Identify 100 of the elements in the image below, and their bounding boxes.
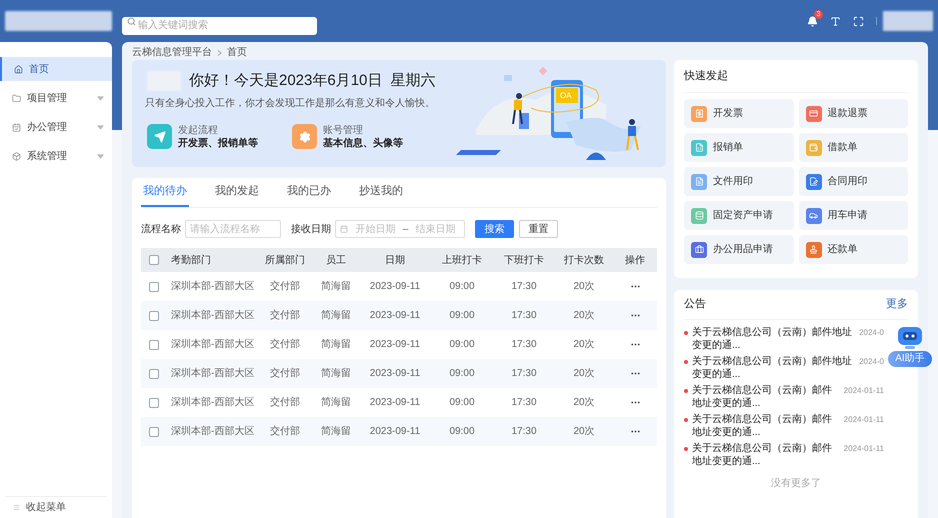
checkbox[interactable] bbox=[149, 368, 159, 378]
table-cell-text: 17:30 bbox=[510, 338, 538, 352]
folder-icon bbox=[12, 94, 21, 102]
table-cell-text: 20次 bbox=[572, 309, 596, 323]
sidebar-item[interactable]: 系统管理 bbox=[0, 144, 112, 168]
search-button[interactable]: 搜索 bbox=[475, 220, 514, 238]
column-header: 考勤部门 bbox=[170, 254, 212, 268]
quick-launch-item[interactable]: 借款单 bbox=[798, 133, 908, 162]
quick-launch-item[interactable]: 退款退票 bbox=[798, 99, 908, 128]
table-cell-text: 20次 bbox=[572, 425, 596, 439]
tab[interactable]: 我的发起 bbox=[213, 177, 261, 207]
table-cell-text: 交付部 bbox=[269, 308, 301, 323]
table-cell-text: 简海留 bbox=[320, 425, 352, 439]
table-cell-text: 深圳本部-西部大区 bbox=[170, 424, 256, 439]
table-cell-text: 交付部 bbox=[269, 366, 301, 381]
process-name-field[interactable]: 请输入流程名称 bbox=[185, 220, 281, 238]
column-header: 下班打卡 bbox=[503, 254, 545, 268]
shortcut-card[interactable]: 账号管理 基本信息、头像等 bbox=[292, 124, 403, 150]
range-separator: – bbox=[402, 222, 408, 236]
table-cell-text: 深圳本部-西部大区 bbox=[170, 366, 256, 381]
table-cell-text: 2023-09-11 bbox=[368, 309, 422, 323]
card-title: 快速发起 bbox=[684, 68, 728, 84]
table-cell-text: 20次 bbox=[572, 396, 596, 410]
notice-item[interactable]: 关于云梯信息公司（云南）邮件地址变更的通... 2024-01-11 bbox=[684, 384, 884, 410]
checkbox[interactable] bbox=[149, 282, 159, 292]
column-header: 操作 bbox=[624, 254, 646, 268]
table-cell-text: 交付部 bbox=[269, 280, 301, 294]
notification-bell-icon[interactable] bbox=[807, 16, 818, 26]
sidebar-item[interactable]: 项目管理 bbox=[0, 86, 112, 110]
checkbox[interactable] bbox=[149, 398, 159, 408]
date-range-field[interactable]: 开始日期 – 结束日期 bbox=[335, 220, 465, 238]
caret-icon bbox=[97, 124, 104, 130]
table-cell-text: 17:30 bbox=[510, 367, 538, 381]
table-cell-text: 2023-09-11 bbox=[368, 396, 422, 410]
table-cell-text: 深圳本部-西部大区 bbox=[170, 338, 256, 352]
table-cell-text: 17:30 bbox=[510, 309, 538, 323]
checkbox[interactable] bbox=[149, 310, 159, 320]
quick-launch-item[interactable]: 合同用印 bbox=[798, 167, 908, 196]
tab[interactable]: 抄送我的 bbox=[357, 177, 405, 207]
table-cell-text: 交付部 bbox=[269, 338, 301, 352]
checkbox[interactable] bbox=[149, 255, 159, 265]
filter-label: 接收日期 bbox=[291, 222, 331, 236]
shortcut-subtitle: 开发票、报销单等 bbox=[178, 136, 258, 150]
fullscreen-icon[interactable] bbox=[853, 16, 864, 26]
tab[interactable]: 我的待办 bbox=[141, 177, 189, 207]
checkbox[interactable] bbox=[149, 340, 159, 350]
table-cell-text: 简海留 bbox=[320, 280, 352, 294]
card-title: 公告 bbox=[684, 296, 706, 312]
table-cell-text: 深圳本部-西部大区 bbox=[170, 396, 256, 410]
table-cell-text: 交付部 bbox=[269, 396, 301, 410]
quick-launch-item[interactable]: 用车申请 bbox=[798, 201, 908, 230]
quick-launch-item[interactable]: 报销单 bbox=[684, 133, 794, 162]
table-cell-text: 09:00 bbox=[448, 309, 476, 323]
caret-icon bbox=[97, 96, 104, 100]
table-cell-text: 简海留 bbox=[320, 338, 352, 352]
notice-item[interactable]: 关于云梯信息公司（云南）邮件地址变更的通... 2024-01-11 bbox=[684, 442, 884, 468]
reset-button[interactable]: 重置 bbox=[519, 220, 558, 238]
column-header: 打卡次数 bbox=[563, 254, 605, 268]
table-cell-text: 2023-09-11 bbox=[368, 280, 422, 294]
sidebar-item[interactable]: 首页 bbox=[0, 57, 112, 81]
robot-icon[interactable] bbox=[895, 325, 925, 351]
font-size-icon[interactable] bbox=[830, 16, 841, 26]
table-cell-text: 17:30 bbox=[510, 425, 538, 439]
filter-label: 流程名称 bbox=[141, 222, 181, 236]
cube-icon bbox=[12, 152, 21, 160]
start-date-placeholder: 开始日期 bbox=[354, 222, 396, 236]
notice-item[interactable]: 关于云梯信息公司（云南）邮件地址变更的通... 2024-0 bbox=[684, 326, 884, 352]
breadcrumb-item[interactable]: 云梯信息管理平台 bbox=[132, 45, 212, 60]
notice-item[interactable]: 关于云梯信息公司（云南）邮件地址变更的通... 2024-0 bbox=[684, 355, 884, 381]
quick-launch-item[interactable]: 文件用印 bbox=[684, 167, 794, 196]
table-cell-text: 2023-09-11 bbox=[368, 338, 422, 352]
search-field[interactable]: 输入关键词搜索 bbox=[122, 16, 317, 34]
column-header: 日期 bbox=[384, 254, 406, 268]
search-icon bbox=[127, 16, 136, 26]
more-link[interactable]: 更多 bbox=[886, 296, 908, 313]
table-cell-text: 交付部 bbox=[269, 424, 301, 439]
sidebar-item[interactable]: 办公管理 bbox=[0, 115, 112, 139]
table-cell-text: 17:30 bbox=[510, 396, 538, 410]
table-cell-text: 20次 bbox=[572, 367, 596, 381]
quick-launch-item[interactable]: 固定资产申请 bbox=[684, 201, 794, 230]
calendar-icon bbox=[340, 225, 348, 233]
quick-launch-item[interactable]: 还款单 bbox=[798, 235, 908, 264]
table-cell-text: 2023-09-11 bbox=[368, 367, 422, 381]
table-cell-text: 09:00 bbox=[448, 396, 476, 410]
table-cell-text: 简海留 bbox=[320, 396, 352, 410]
column-header: 员工 bbox=[325, 254, 347, 268]
end-date-placeholder: 结束日期 bbox=[414, 222, 457, 236]
quick-launch-item[interactable]: 办公用品申请 bbox=[684, 235, 794, 264]
notice-item[interactable]: 关于云梯信息公司（云南）邮件地址变更的通... 2024-01-11 bbox=[684, 413, 884, 439]
breadcrumb-item[interactable]: 首页 bbox=[227, 45, 247, 60]
table-cell-text: 简海留 bbox=[320, 367, 352, 381]
quick-launch-item[interactable]: 开发票 bbox=[684, 99, 794, 128]
collapse-menu-button[interactable]: 收起菜单 bbox=[5, 496, 107, 518]
shortcut-card[interactable]: 发起流程 开发票、报销单等 bbox=[147, 124, 258, 150]
tab[interactable]: 我的已办 bbox=[285, 177, 333, 207]
table-cell-text: 09:00 bbox=[448, 367, 476, 381]
caret-icon bbox=[97, 154, 104, 158]
checkbox[interactable] bbox=[149, 426, 159, 436]
column-header: 所属部门 bbox=[264, 254, 306, 268]
menu-icon bbox=[13, 504, 20, 511]
